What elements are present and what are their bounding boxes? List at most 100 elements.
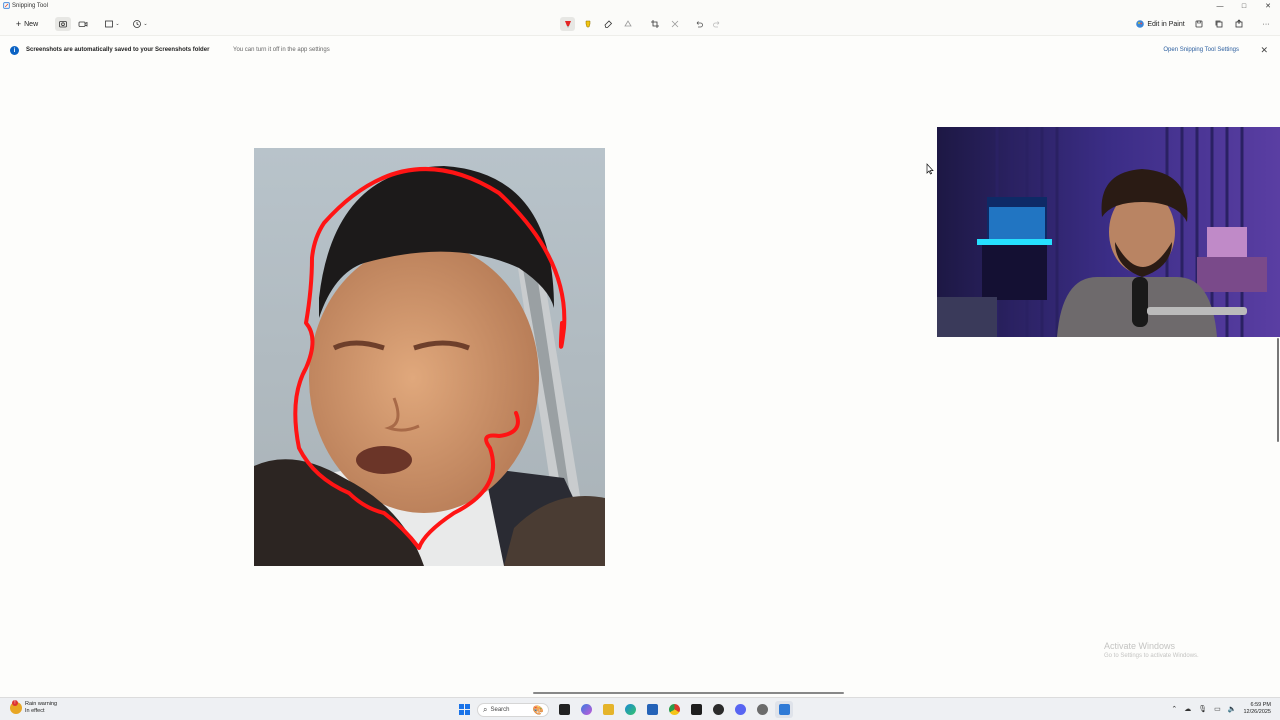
undo-icon bbox=[696, 21, 703, 28]
taskbar-copilot[interactable] bbox=[577, 701, 595, 718]
app-icon bbox=[712, 704, 724, 715]
undo-button[interactable] bbox=[691, 17, 706, 31]
share-icon bbox=[1235, 19, 1243, 28]
text-actions-button[interactable] bbox=[667, 17, 682, 31]
search-placeholder: Search bbox=[490, 706, 510, 713]
redo-button[interactable] bbox=[709, 17, 724, 31]
clock[interactable]: 6:59 PM 12/26/2025 bbox=[1243, 702, 1271, 716]
info-message: Screenshots are automatically saved to y… bbox=[26, 47, 210, 53]
paint-icon bbox=[1136, 20, 1145, 28]
crop-button[interactable] bbox=[647, 17, 662, 31]
taskbar-snipping-tool[interactable] bbox=[775, 701, 793, 718]
open-settings-link[interactable]: Open Snipping Tool Settings bbox=[1163, 47, 1239, 53]
edit-in-paint-label: Edit in Paint bbox=[1147, 20, 1185, 28]
discord-icon bbox=[734, 704, 746, 715]
maximize-button[interactable]: □ bbox=[1232, 0, 1256, 12]
pen-tool-button[interactable] bbox=[560, 17, 575, 31]
edge-icon bbox=[624, 704, 636, 715]
more-icon: ··· bbox=[1262, 20, 1270, 28]
taskbar-discord[interactable] bbox=[731, 701, 749, 718]
terminal-icon bbox=[690, 704, 702, 715]
taskbar-terminal[interactable] bbox=[687, 701, 705, 718]
search-icon: ⌕ bbox=[483, 704, 488, 714]
taskbar-settings[interactable] bbox=[753, 701, 771, 718]
settings-icon bbox=[756, 704, 768, 715]
weather-warning-icon bbox=[10, 700, 22, 714]
cloud-icon[interactable]: ☁ bbox=[1184, 705, 1191, 713]
new-label: New bbox=[24, 20, 39, 28]
horizontal-scrollbar[interactable] bbox=[533, 692, 844, 694]
taskbar-app[interactable] bbox=[709, 701, 727, 718]
file-explorer-icon bbox=[558, 704, 570, 715]
info-close-button[interactable]: ✕ bbox=[1260, 45, 1268, 56]
snip-mode-button[interactable] bbox=[55, 17, 71, 31]
text-actions-icon bbox=[671, 20, 678, 28]
network-icon[interactable]: ▭ bbox=[1214, 705, 1221, 713]
store-icon bbox=[646, 704, 658, 715]
window-title: Snipping Tool bbox=[12, 3, 48, 9]
share-button[interactable] bbox=[1232, 17, 1246, 31]
video-icon bbox=[78, 21, 88, 27]
clock-icon bbox=[133, 20, 142, 28]
new-snip-button[interactable]: + New bbox=[10, 17, 44, 31]
activate-windows-watermark: Activate Windows Go to Settings to activ… bbox=[1104, 641, 1199, 659]
highlighter-icon bbox=[585, 20, 590, 28]
rectangle-icon bbox=[105, 20, 114, 28]
edit-in-paint-button[interactable]: Edit in Paint bbox=[1132, 17, 1188, 31]
snip-shape-dropdown[interactable]: ⌄ bbox=[102, 17, 122, 31]
start-button[interactable] bbox=[455, 701, 473, 718]
toolbar: + New ⌄ ⌄ Edit in Paint ··· bbox=[0, 12, 1280, 36]
copy-button[interactable] bbox=[1212, 17, 1226, 31]
copilot-icon bbox=[580, 704, 592, 715]
save-icon bbox=[1195, 20, 1203, 28]
chevron-down-icon: ⌄ bbox=[143, 21, 148, 27]
window-controls: — □ ✕ bbox=[1208, 0, 1280, 12]
clock-time: 6:59 PM bbox=[1250, 702, 1271, 708]
record-mode-button[interactable] bbox=[75, 17, 91, 31]
camera-icon bbox=[59, 21, 67, 28]
taskbar-folder[interactable] bbox=[599, 701, 617, 718]
snipping-tool-app-icon bbox=[3, 2, 10, 9]
folder-icon bbox=[602, 704, 614, 715]
minimize-button[interactable]: — bbox=[1208, 0, 1232, 12]
shapes-button[interactable] bbox=[620, 17, 635, 31]
start-icon bbox=[458, 704, 470, 715]
snipping-tool-icon bbox=[778, 704, 790, 715]
copy-icon bbox=[1215, 20, 1223, 28]
taskbar-apps: ⌕ Search 🎨 bbox=[455, 701, 797, 718]
shapes-icon bbox=[623, 20, 632, 27]
vertical-scrollbar[interactable] bbox=[1277, 338, 1279, 442]
crop-icon bbox=[650, 20, 659, 28]
more-options-button[interactable]: ··· bbox=[1258, 17, 1274, 31]
system-tray: ⌃ ☁ 🎙 ▭ 🔈 6:59 PM 12/26/2025 bbox=[1171, 700, 1280, 718]
taskbar-search[interactable]: ⌕ Search 🎨 bbox=[477, 702, 549, 717]
close-window-button[interactable]: ✕ bbox=[1256, 0, 1280, 12]
highlighter-button[interactable] bbox=[580, 17, 595, 31]
eraser-icon bbox=[604, 20, 612, 28]
watermark-title: Activate Windows bbox=[1104, 641, 1176, 651]
volume-icon[interactable]: 🔈 bbox=[1228, 705, 1237, 713]
microphone-icon[interactable]: 🎙 bbox=[1198, 705, 1207, 713]
watermark-subtitle: Go to Settings to activate Windows. bbox=[1104, 653, 1199, 659]
save-button[interactable] bbox=[1192, 17, 1206, 31]
red-pen-icon bbox=[564, 21, 571, 28]
chevron-up-icon[interactable]: ⌃ bbox=[1171, 705, 1177, 713]
chrome-icon bbox=[668, 704, 680, 715]
captured-image[interactable] bbox=[254, 148, 605, 566]
delay-dropdown[interactable]: ⌄ bbox=[130, 17, 150, 31]
webcam-overlay bbox=[937, 127, 1280, 337]
mouse-cursor-icon bbox=[926, 163, 934, 175]
weather-widget[interactable]: Rain warning In effect bbox=[10, 700, 57, 715]
info-sub-message: You can turn it off in the app settings bbox=[233, 47, 330, 53]
chevron-down-icon: ⌄ bbox=[115, 21, 120, 27]
taskbar-chrome[interactable] bbox=[665, 701, 683, 718]
plus-icon: + bbox=[15, 19, 22, 29]
webcam-illustration bbox=[937, 127, 1280, 337]
clock-date: 12/26/2025 bbox=[1243, 709, 1271, 715]
taskbar-store[interactable] bbox=[643, 701, 661, 718]
taskbar-edge[interactable] bbox=[621, 701, 639, 718]
info-bar: i Screenshots are automatically saved to… bbox=[0, 43, 1280, 59]
taskbar-file-explorer[interactable] bbox=[555, 701, 573, 718]
eraser-button[interactable] bbox=[600, 17, 615, 31]
taskbar: Rain warning In effect ⌕ Search 🎨 ⌃ ☁ 🎙 … bbox=[0, 697, 1280, 720]
